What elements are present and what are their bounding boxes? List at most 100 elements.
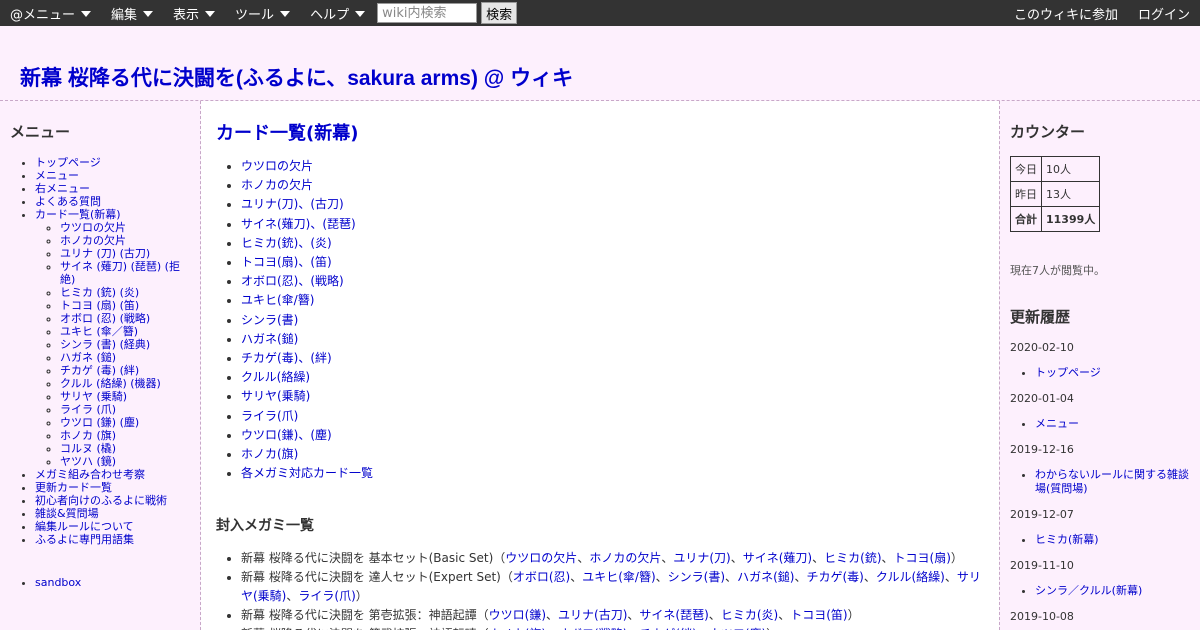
submenu-link[interactable]: サイネ (薙刀) (琵琶) (拒絶) — [60, 260, 180, 286]
recent-item: トップページ — [1035, 366, 1190, 380]
card-link[interactable]: ユリナ(刀)、(古刀) — [241, 197, 344, 211]
menu-link[interactable]: 初心者向けのふるよに戦術 — [35, 494, 167, 507]
menu-gap — [10, 546, 190, 576]
submenu-link[interactable]: シンラ (書) (経典) — [60, 338, 150, 351]
submenu-link[interactable]: ヤツハ (鏡) — [60, 455, 116, 468]
menu-link[interactable]: メニュー — [35, 169, 79, 182]
counter-heading: カウンター — [1010, 123, 1086, 141]
card-link[interactable]: トコヨ(扇)、(笛) — [241, 255, 332, 269]
set-goddess-link[interactable]: サイネ(薙刀) — [743, 551, 812, 565]
submenu-link[interactable]: サリヤ (乗騎) — [60, 390, 127, 403]
card-link[interactable]: チカゲ(毒)、(絆) — [241, 351, 332, 365]
set-goddess-link[interactable]: トコヨ(扇) — [894, 551, 951, 565]
card-link[interactable]: ユキヒ(傘/簪) — [241, 293, 314, 307]
menu-link[interactable]: カード一覧(新幕) — [35, 208, 121, 221]
card-link[interactable]: ウツロの欠片 — [241, 159, 313, 173]
menu-link[interactable]: 右メニュー — [35, 182, 90, 195]
menu-item: トップページ — [35, 156, 190, 169]
submenu-link[interactable]: ユリナ (刀) (古刀) — [60, 247, 150, 260]
submenu-link[interactable]: トコヨ (扇) (笛) — [60, 299, 139, 312]
set-goddess-link[interactable]: チカゲ(毒) — [806, 570, 863, 584]
recent-link[interactable]: メニュー — [1035, 417, 1079, 430]
toolbar-menu-4[interactable]: ヘルプ — [300, 0, 375, 26]
recent-item: シンラ／クルル(新幕) — [1035, 584, 1190, 598]
set-goddess-link[interactable]: トコヨ(笛) — [790, 608, 847, 622]
toolbar-menu-0[interactable]: @メニュー — [0, 0, 101, 26]
card-link[interactable]: ホノカ(旗) — [241, 447, 298, 461]
menu-link[interactable]: メガミ組み合わせ考察 — [35, 468, 145, 481]
set-goddess-link[interactable]: ユリナ(刀) — [673, 551, 730, 565]
submenu-item: ライラ (爪) — [60, 403, 190, 416]
menu-link[interactable]: トップページ — [35, 156, 101, 169]
submenu-link[interactable]: クルル (絡繰) (機器) — [60, 377, 161, 390]
card-item: ウツロの欠片 — [241, 157, 984, 176]
submenu-item: オボロ (忍) (戦略) — [60, 312, 190, 325]
card-link[interactable]: ライラ(爪) — [241, 409, 298, 423]
set-goddess-link[interactable]: ユリナ(古刀) — [558, 608, 627, 622]
card-link[interactable]: サリヤ(乗騎) — [241, 389, 310, 403]
submenu-link[interactable]: ホノカの欠片 — [60, 234, 126, 247]
separator: 、 — [863, 570, 876, 585]
submenu-link[interactable]: ウツロの欠片 — [60, 221, 126, 234]
card-link[interactable]: ヒミカ(銃)、(炎) — [241, 236, 332, 250]
card-link[interactable]: ウツロ(鎌)、(塵) — [241, 428, 332, 442]
set-goddess-link[interactable]: オボロ(忍) — [513, 570, 570, 584]
recent-date: 2019-11-10 — [1010, 559, 1074, 572]
recent-link[interactable]: シンラ／クルル(新幕) — [1035, 584, 1142, 597]
menu-link[interactable]: 更新カード一覧 — [35, 481, 112, 494]
recent-date: 2019-12-16 — [1010, 443, 1074, 456]
card-link[interactable]: オボロ(忍)、(戦略) — [241, 274, 344, 288]
submenu-link[interactable]: ハガネ (鎚) — [60, 351, 116, 364]
submenu-link[interactable]: ヒミカ (銃) (炎) — [60, 286, 139, 299]
submenu-item: チカゲ (毒) (絆) — [60, 364, 190, 377]
menu-link[interactable]: 雑談&質問場 — [35, 507, 99, 520]
join-wiki-link[interactable]: このウィキに参加 — [1004, 0, 1128, 26]
submenu-link[interactable]: ライラ (爪) — [60, 403, 116, 416]
set-goddess-link[interactable]: クルル(絡繰) — [876, 570, 945, 584]
submenu-item: コルヌ (橇) — [60, 442, 190, 455]
login-link[interactable]: ログイン — [1128, 0, 1200, 26]
submenu-link[interactable]: チカゲ (毒) (絆) — [60, 364, 139, 377]
set-goddess-link[interactable]: ヒミカ(銃) — [824, 551, 881, 565]
card-link[interactable]: ハガネ(鎚) — [241, 332, 298, 346]
recent-item: ヒミカ(新幕) — [1035, 533, 1190, 547]
set-goddess-link[interactable]: ライラ(爪) — [298, 589, 355, 603]
recent-items: トップページ — [1010, 366, 1190, 380]
set-goddess-link[interactable]: シンラ(書) — [668, 570, 725, 584]
recent-link[interactable]: ヒミカ(新幕) — [1035, 533, 1099, 546]
submenu-link[interactable]: コルヌ (橇) — [60, 442, 116, 455]
card-link[interactable]: ホノカの欠片 — [241, 178, 313, 192]
set-goddess-link[interactable]: サイネ(琵琶) — [639, 608, 708, 622]
submenu-item: ハガネ (鎚) — [60, 351, 190, 364]
sandbox-link[interactable]: sandbox — [35, 576, 81, 589]
card-item: サリヤ(乗騎) — [241, 387, 984, 406]
wiki-search-input[interactable] — [377, 3, 478, 23]
toolbar-menu-1[interactable]: 編集 — [101, 0, 163, 26]
menu-link[interactable]: よくある質問 — [35, 195, 101, 208]
set-goddess-link[interactable]: ウツロの欠片 — [505, 551, 577, 565]
submenu-link[interactable]: ホノカ (旗) — [60, 429, 116, 442]
menu-link[interactable]: 編集ルールについて — [35, 520, 134, 533]
set-goddess-link[interactable]: ユキヒ(傘/簪) — [582, 570, 655, 584]
search-button[interactable]: 検索 — [481, 2, 518, 24]
card-link[interactable]: サイネ(薙刀)、(琵琶) — [241, 217, 356, 231]
submenu-link[interactable]: ユキヒ (傘／簪) — [60, 325, 138, 338]
toolbar-menu-3[interactable]: ツール — [225, 0, 300, 26]
wiki-title-link[interactable]: 新幕 桜降る代に決闘を(ふるよに、sakura arms) @ ウィキ — [20, 62, 573, 92]
recent-link[interactable]: トップページ — [1035, 366, 1101, 379]
card-link[interactable]: シンラ(書) — [241, 313, 298, 327]
counter-value: 11399人 — [1040, 206, 1101, 232]
card-item: ウツロ(鎌)、(塵) — [241, 426, 984, 445]
recent-link[interactable]: わからないルールに関する雑談場(質問場) — [1035, 468, 1189, 495]
set-goddess-link[interactable]: ハガネ(鎚) — [737, 570, 794, 584]
set-goddess-link[interactable]: ウツロ(鎌) — [489, 608, 546, 622]
toolbar-menu-2[interactable]: 表示 — [163, 0, 225, 26]
submenu-link[interactable]: ウツロ (鎌) (塵) — [60, 416, 139, 429]
menu-link[interactable]: ふるよに専門用語集 — [35, 533, 134, 546]
submenu-link[interactable]: オボロ (忍) (戦略) — [60, 312, 150, 325]
set-goddess-link[interactable]: ヒミカ(炎) — [721, 608, 778, 622]
card-link[interactable]: 各メガミ対応カード一覧 — [241, 466, 373, 480]
set-goddess-link[interactable]: ホノカの欠片 — [589, 551, 661, 565]
counter-row: 合計 11399人 — [1010, 206, 1101, 232]
card-link[interactable]: クルル(絡繰) — [241, 370, 310, 384]
